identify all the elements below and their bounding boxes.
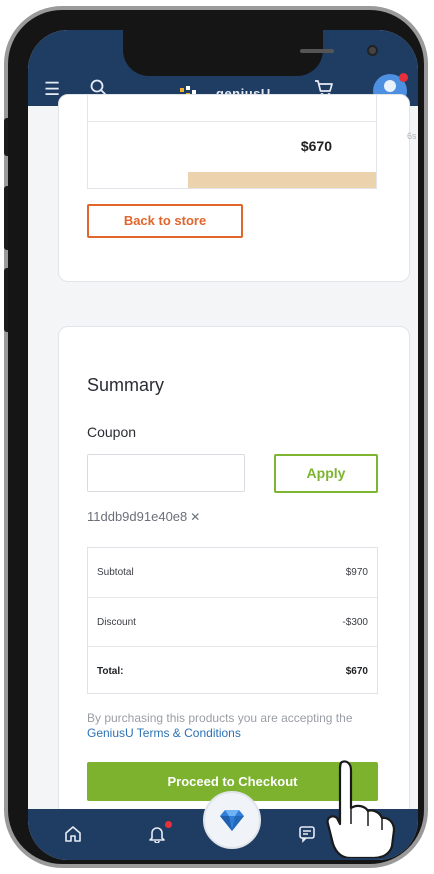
applied-coupon: 11ddb9d91e40e8 ✕ <box>87 509 200 524</box>
phone-screen: ☰ geniusU <box>28 30 418 860</box>
table-divider <box>88 121 376 122</box>
cart-row-amount: $670 <box>300 138 332 154</box>
subtotal-row: Subtotal $970 <box>88 548 377 597</box>
avatar-head <box>384 80 396 92</box>
speaker <box>300 49 334 53</box>
cart-card: $670 Back to store <box>58 94 410 282</box>
discount-value: -$300 <box>342 617 368 628</box>
applied-coupon-code: 11ddb9d91e40e8 <box>87 509 188 524</box>
coupon-label: Coupon <box>87 424 137 440</box>
home-icon[interactable] <box>64 825 82 846</box>
phone-notch <box>123 30 378 76</box>
camera <box>367 45 378 56</box>
coupon-input[interactable] <box>87 454 245 492</box>
total-row: Total: $670 <box>88 646 377 695</box>
tap-hand-icon <box>326 760 396 858</box>
terms-text: By purchasing this products you are acce… <box>87 711 353 725</box>
chat-icon[interactable] <box>298 825 316 846</box>
totals-table: Subtotal $970 Discount -$300 Total: $670 <box>87 547 378 694</box>
apply-button[interactable]: Apply <box>274 454 378 493</box>
subtotal-label: Subtotal <box>97 567 134 578</box>
gem-center-button[interactable] <box>203 791 261 849</box>
diamond-icon <box>220 810 244 831</box>
discount-row: Discount -$300 <box>88 597 377 646</box>
cart-table: $670 <box>87 95 377 189</box>
notification-dot <box>399 73 408 82</box>
menu-icon[interactable]: ☰ <box>44 80 60 98</box>
phone-bezel: ☰ geniusU <box>8 10 424 864</box>
back-to-store-button[interactable]: Back to store <box>87 204 243 238</box>
bell-notification-dot <box>165 821 172 828</box>
terms-link[interactable]: GeniusU Terms & Conditions <box>87 726 241 740</box>
main-content: $670 Back to store 6s Summary Coupon App… <box>28 94 418 826</box>
summary-title: Summary <box>87 375 165 395</box>
discount-label: Discount <box>97 617 136 628</box>
total-value: $670 <box>345 666 368 677</box>
subtotal-value: $970 <box>345 567 368 578</box>
table-footer-bar <box>188 172 376 188</box>
summary-card: Summary Coupon Apply 11ddb9d91e40e8 ✕ Sub… <box>58 326 410 826</box>
side-fragment-text: 6s <box>407 131 417 141</box>
terms-notice: By purchasing this products you are acce… <box>87 711 387 741</box>
remove-coupon-icon[interactable]: ✕ <box>190 510 200 524</box>
phone-frame: ☰ geniusU <box>4 6 428 868</box>
total-label: Total: <box>97 666 124 677</box>
bell-icon[interactable] <box>148 825 166 846</box>
